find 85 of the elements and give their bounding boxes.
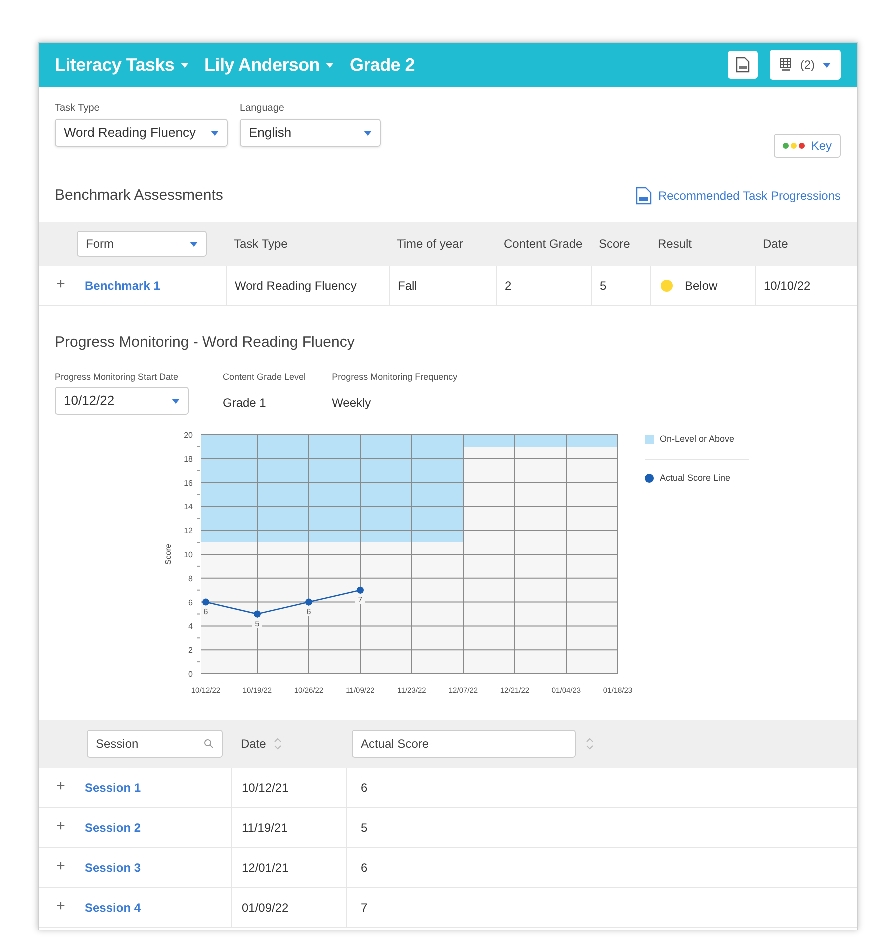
caret-icon bbox=[190, 242, 198, 246]
axis-title: Score bbox=[164, 544, 173, 565]
column-header: Score bbox=[599, 237, 630, 251]
date-select[interactable]: 10/12/22 bbox=[55, 387, 189, 415]
score-point bbox=[254, 610, 261, 618]
axis-label: 2 bbox=[188, 646, 193, 656]
table-cell-text: 5 bbox=[600, 278, 607, 294]
score-filter-field[interactable]: Actual Score bbox=[352, 730, 576, 758]
table-cell-text: 01/09/22 bbox=[242, 900, 289, 916]
benchmark-link[interactable]: Benchmark 1 bbox=[85, 276, 160, 294]
field-label: Language bbox=[240, 102, 286, 116]
field-label: Task Type bbox=[55, 102, 101, 116]
column-header: Date bbox=[241, 736, 266, 753]
export-button[interactable]: (2) bbox=[770, 50, 841, 80]
field-label: Progress Monitoring Frequency bbox=[332, 370, 458, 384]
pdf-file-icon bbox=[636, 187, 652, 205]
data-label: 7 bbox=[358, 595, 363, 604]
expand-button[interactable]: + bbox=[56, 896, 66, 919]
session-link[interactable]: Session 4 bbox=[85, 898, 142, 916]
pdf-button[interactable] bbox=[728, 51, 758, 79]
legend-label: Actual Score Line bbox=[660, 472, 731, 484]
select-field[interactable]: Word Reading Fluency bbox=[55, 119, 228, 147]
form-select[interactable]: Form bbox=[77, 231, 207, 257]
table-cell-text: 10/10/22 bbox=[764, 278, 811, 294]
field-value: Weekly bbox=[332, 395, 372, 412]
score-point bbox=[202, 598, 210, 606]
score-point bbox=[306, 598, 312, 606]
score-point bbox=[357, 586, 364, 594]
axis-label: 6 bbox=[188, 598, 193, 608]
column-header: Result bbox=[658, 237, 692, 251]
data-label: 5 bbox=[255, 619, 260, 628]
table-cell-text: 10/12/21 bbox=[242, 780, 289, 796]
column-header: Content Grade bbox=[504, 237, 583, 251]
search-icon bbox=[204, 739, 214, 749]
axis-label: 14 bbox=[184, 502, 193, 512]
session-link[interactable]: Session 3 bbox=[85, 858, 142, 876]
section-title: Progress Monitoring - Word Reading Fluency bbox=[55, 333, 356, 353]
axis-label: 10 bbox=[184, 550, 193, 560]
grade-label: Grade 2 bbox=[350, 54, 415, 76]
sort-icon[interactable] bbox=[274, 737, 282, 751]
caret-icon bbox=[364, 130, 372, 136]
axis-label: 4 bbox=[188, 622, 193, 632]
search-field[interactable]: Session bbox=[87, 730, 223, 758]
section-title: Benchmark Assessments bbox=[55, 186, 224, 206]
sort-icon[interactable] bbox=[586, 737, 594, 751]
legend-label: On-Level or Above bbox=[660, 433, 735, 446]
progressions-link[interactable]: Recommended Task Progressions bbox=[636, 187, 841, 205]
data-label: 6 bbox=[306, 607, 312, 616]
column-header: Task Type bbox=[234, 237, 288, 251]
table-cell-text: 6 bbox=[361, 860, 368, 876]
table-cell-text: Below bbox=[685, 278, 718, 294]
session-link[interactable]: Session 1 bbox=[85, 778, 142, 796]
table-cell-text: Fall bbox=[398, 278, 418, 294]
table-cell-text: 11/19/21 bbox=[242, 820, 288, 836]
legend-swatch bbox=[645, 435, 654, 444]
session-link[interactable]: Session 2 bbox=[85, 818, 142, 836]
field-value: Grade 1 bbox=[223, 395, 268, 412]
key-button[interactable]: Key bbox=[774, 134, 841, 158]
axis-label: 18 bbox=[184, 454, 193, 464]
field-label: Content Grade Level bbox=[223, 370, 306, 384]
table-cell-text: 6 bbox=[361, 780, 368, 796]
table-cell-text: 2 bbox=[505, 278, 512, 294]
axis-label: 16 bbox=[184, 478, 193, 488]
expand-button[interactable]: + bbox=[56, 856, 66, 879]
table-cell-text: 5 bbox=[361, 820, 368, 836]
table-cell-text: 12/01/21 bbox=[242, 860, 289, 876]
expand-button[interactable]: + bbox=[56, 274, 66, 297]
select-field[interactable]: English bbox=[240, 119, 381, 147]
pdf-file-icon bbox=[736, 57, 750, 73]
axis-label: 12 bbox=[184, 526, 193, 536]
expand-button[interactable]: + bbox=[56, 776, 66, 799]
data-label: 6 bbox=[204, 607, 208, 616]
caret-icon bbox=[823, 62, 831, 68]
axis-label: 8 bbox=[188, 574, 193, 584]
caret-icon bbox=[211, 130, 219, 136]
caret-icon bbox=[172, 398, 180, 404]
table-cell-text: Word Reading Fluency bbox=[235, 278, 357, 294]
axis-label: 20 bbox=[184, 431, 193, 440]
axis-label: 0 bbox=[188, 670, 193, 679]
field-label: Progress Monitoring Start Date bbox=[55, 370, 180, 384]
expand-button[interactable]: + bbox=[56, 816, 66, 839]
spreadsheet-icon bbox=[780, 58, 792, 72]
column-header: Time of year bbox=[397, 237, 464, 251]
column-header: Date bbox=[763, 237, 788, 251]
table-cell-text: 7 bbox=[361, 900, 368, 916]
